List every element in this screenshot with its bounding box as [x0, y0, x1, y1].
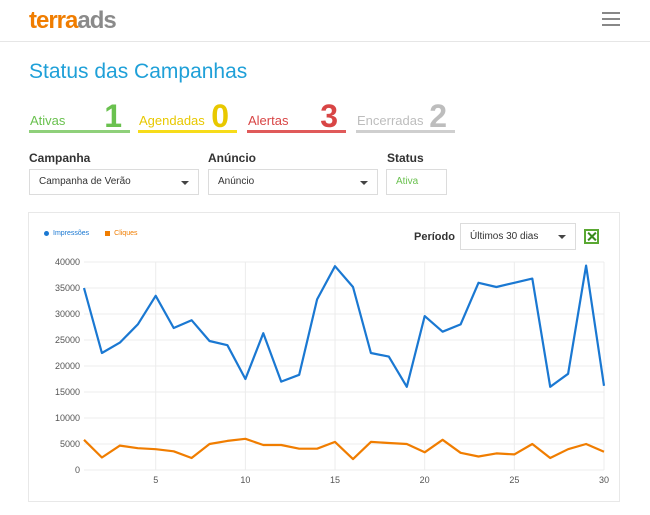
y-tick-label: 5000 [60, 439, 80, 449]
stat-encerradas[interactable]: Encerradas 2 [356, 96, 455, 133]
chevron-down-icon [360, 181, 368, 185]
legend-item-impressoes[interactable]: Impressões [44, 230, 89, 237]
stat-encerradas-label: Encerradas [357, 113, 424, 128]
legend-label-cliques: Cliques [114, 230, 138, 237]
periodo-select[interactable]: Últimos 30 dias [460, 223, 576, 250]
series-line-impressoes [82, 264, 606, 388]
y-tick-label: 15000 [55, 387, 80, 397]
y-tick-label: 30000 [55, 309, 80, 319]
x-tick-label: 20 [420, 475, 430, 485]
periodo-label: Período [414, 231, 455, 243]
campanha-select-value: Campanha de Verão [39, 176, 131, 187]
anuncio-select[interactable]: Anúncio [208, 169, 378, 195]
y-tick-label: 25000 [55, 335, 80, 345]
stat-alertas[interactable]: Alertas 3 [247, 96, 346, 133]
chevron-down-icon [181, 181, 189, 185]
logo-text-terra: terra [29, 7, 78, 34]
chevron-down-icon [558, 235, 566, 239]
x-tick-label: 5 [153, 475, 158, 485]
x-tick-label: 15 [330, 475, 340, 485]
page-title: Status das Campanhas [29, 60, 248, 83]
stat-encerradas-count: 2 [429, 98, 447, 134]
x-tick-label: 30 [599, 475, 609, 485]
stat-alertas-label: Alertas [248, 113, 289, 128]
y-tick-label: 40000 [55, 257, 80, 267]
line-chart: 0 5000 10000 15000 20000 25000 30000 35000 40000… [55, 257, 609, 485]
y-tick-label: 0 [75, 465, 80, 475]
periodo-select-value: Últimos 30 dias [470, 231, 539, 242]
campanha-select[interactable]: Campanha de Verão [29, 169, 199, 195]
legend-label-impressoes: Impressões [53, 230, 90, 237]
stat-agendadas[interactable]: Agendadas 0 [138, 96, 237, 133]
y-tick-label: 35000 [55, 283, 80, 293]
chart-legend: Impressões Cliques [44, 230, 152, 237]
stat-agendadas-label: Agendadas [139, 113, 205, 128]
x-tick-label: 25 [509, 475, 519, 485]
legend-square-icon [105, 230, 111, 236]
legend-item-cliques[interactable]: Cliques [105, 230, 138, 237]
status-value: Ativa [386, 169, 447, 195]
stat-ativas[interactable]: Ativas 1 [29, 96, 130, 133]
y-tick-label: 20000 [55, 361, 80, 371]
series-line-cliques [83, 437, 605, 461]
x-tick-label: 10 [240, 475, 250, 485]
stat-ativas-label: Ativas [30, 113, 66, 128]
stat-ativas-count: 1 [104, 98, 122, 134]
anuncio-select-value: Anúncio [218, 176, 255, 187]
stat-alertas-count: 3 [320, 98, 338, 134]
terraads-logo[interactable]: terraads [29, 6, 117, 36]
anuncio-label: Anúncio [208, 151, 256, 165]
excel-export-icon[interactable] [584, 229, 599, 244]
campanha-label: Campanha [29, 151, 91, 165]
stat-agendadas-count: 0 [211, 98, 229, 134]
legend-dot-icon [44, 230, 49, 236]
status-label: Status [387, 151, 424, 165]
logo-text-ads: ads [77, 7, 116, 34]
top-bar: terraads [0, 0, 650, 42]
y-tick-label: 10000 [55, 413, 80, 423]
hamburger-menu-icon[interactable] [602, 12, 620, 28]
